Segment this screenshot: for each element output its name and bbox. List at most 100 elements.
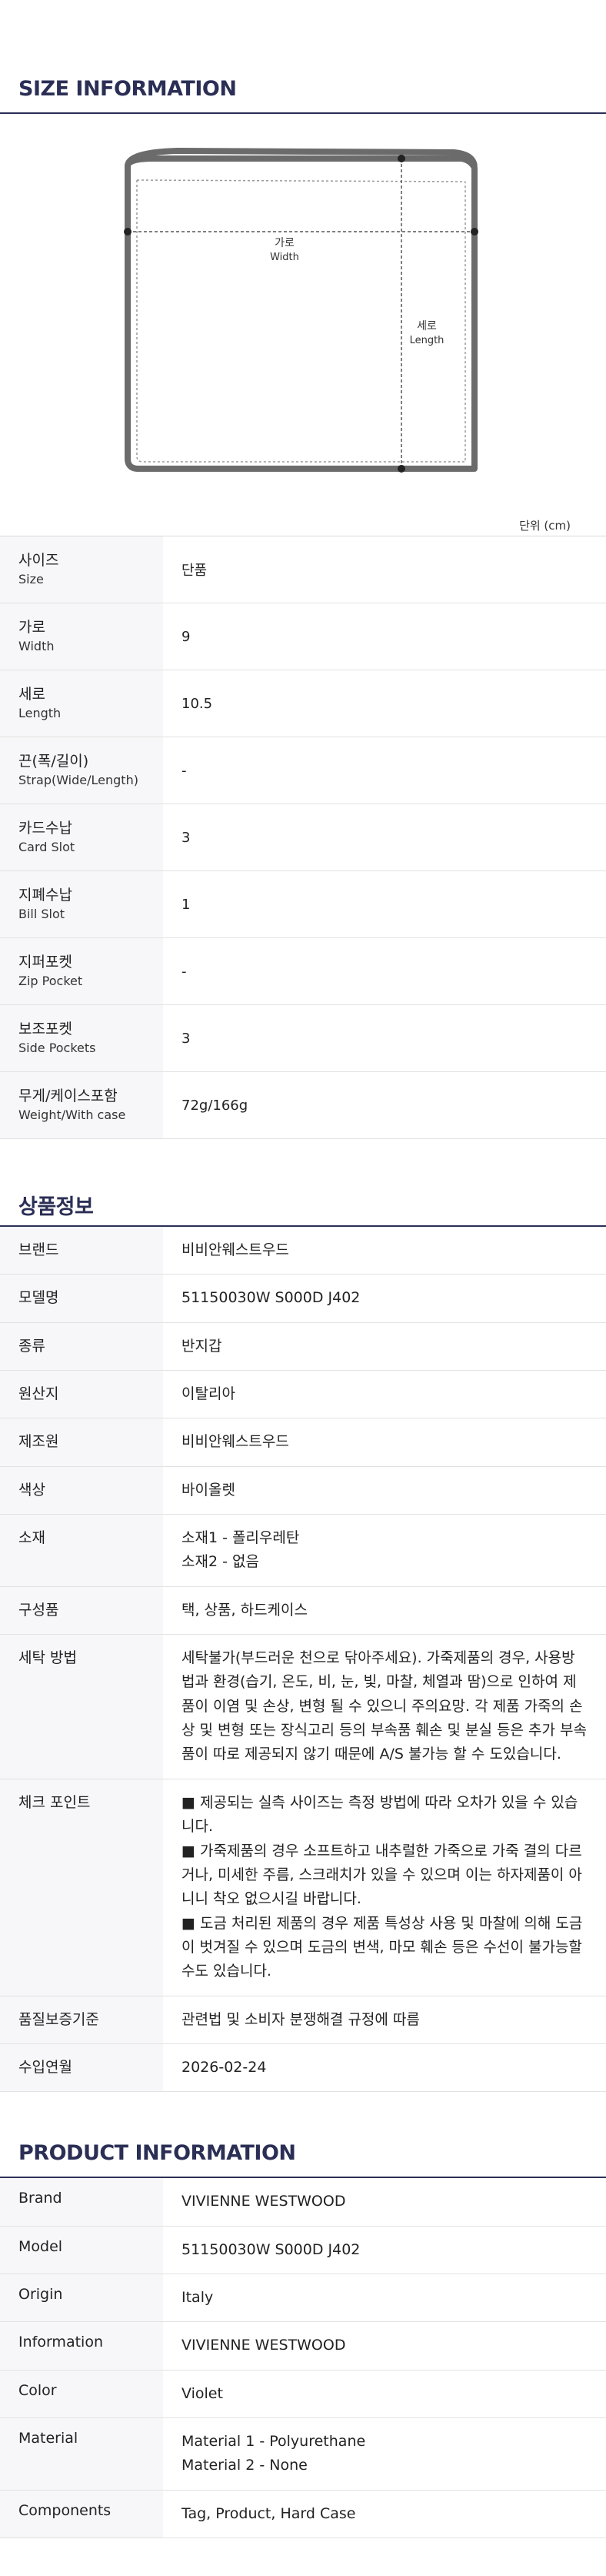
info-row-value: Tag, Product, Hard Case: [163, 2491, 606, 2538]
size-row-value: 10.5: [181, 695, 213, 712]
size-row-label-en: Width: [18, 639, 55, 654]
info-row-value-line: 관련법 및 소비자 분쟁해결 규정에 따름: [181, 2010, 420, 2028]
size-row-label-en: Bill Slot: [18, 907, 65, 922]
info-row: 체크 포인트 ■ 제공되는 실측 사이즈는 측정 방법에 따라 오차가 있을 수 …: [0, 1779, 606, 1996]
size-row: 지폐수납 Bill Slot 1: [0, 871, 606, 938]
info-row: 색상 바이올렛: [0, 1466, 606, 1515]
info-row: 종류 반지갑: [0, 1322, 606, 1372]
product-info-en-table: Brand VIVIENNE WESTWOOD Model 51150030W S00…: [0, 2178, 606, 2538]
size-table: 사이즈 Size 단품 가로 Width 9 세로 Length 10.5 끈(폭/길이) Stra…: [0, 536, 606, 1139]
info-row-label: 품질보증기준: [0, 1996, 163, 2043]
info-row-value: 이탈리아: [163, 1371, 606, 1418]
info-row: Color Violet: [0, 2370, 606, 2418]
size-row: 무게/케이스포함 Weight/With case 72g/166g: [0, 1072, 606, 1139]
info-row-value-line: 택, 상품, 하드케이스: [181, 1601, 308, 1619]
info-row-value-line: 51150030W S000D J402: [181, 2240, 361, 2258]
length-label-ko: 세로: [417, 320, 437, 332]
info-row-value: VIVIENNE WESTWOOD: [163, 2322, 606, 2369]
info-row: 원산지 이탈리아: [0, 1371, 606, 1419]
info-row-value: 51150030W S000D J402: [163, 2227, 606, 2274]
size-row-label-en: Side Pockets: [18, 1041, 96, 1056]
info-row-value: Material 1 - Polyurethane Material 2 - No…: [163, 2418, 606, 2490]
size-row-label-en: Zip Pocket: [18, 974, 83, 989]
unit-note: 단위 (cm): [519, 519, 571, 533]
info-row-value: 세탁불가(부드러운 천으로 닦아주세요). 가죽제품의 경우, 사용방법과 환경…: [163, 1635, 606, 1779]
info-row-label: 세탁 방법: [0, 1635, 163, 1779]
info-row-value-line: 51150030W S000D J402: [181, 1289, 361, 1307]
info-row-value: 바이올렛: [163, 1467, 606, 1514]
info-row-value-line: 비비안웨스트우드: [181, 1241, 289, 1258]
info-row-value-line: 비비안웨스트우드: [181, 1433, 289, 1451]
info-row: 제조원 비비안웨스트우드: [0, 1418, 606, 1467]
size-row: 카드수납 Card Slot 3: [0, 804, 606, 871]
size-row-label: 지폐수납 Bill Slot: [0, 871, 163, 937]
info-row-value-line: 반지갑: [181, 1337, 222, 1355]
info-row-value-line: ■ 도금 처리된 제품의 경우 제품 특성상 사용 및 마찰에 의해 도금이 벗…: [181, 1914, 583, 1980]
page: { "size_info": { "title": "SIZE INFORMAT…: [0, 0, 606, 2576]
info-row-label: 원산지: [0, 1371, 163, 1418]
size-row: 끈(폭/길이) Strap(Wide/Length) -: [0, 737, 606, 804]
size-row-label: 보조포켓 Side Pockets: [0, 1005, 163, 1071]
length-label-en: Length: [410, 335, 445, 346]
info-row-value-line: Violet: [181, 2384, 223, 2402]
info-row-label: 제조원: [0, 1418, 163, 1466]
size-row-value: -: [181, 762, 187, 779]
product-info-ko-table: 브랜드 비비안웨스트우드 모델명 51150030W S000D J402 종류 반지갑 원…: [0, 1227, 606, 2093]
info-row-value: 비비안웨스트우드: [163, 1227, 606, 1274]
size-row-value: -: [181, 963, 187, 980]
size-row: 가로 Width 9: [0, 603, 606, 670]
product-info-en-title: PRODUCT INFORMATION: [0, 2092, 606, 2179]
size-row: 사이즈 Size 단품: [0, 536, 606, 603]
size-row-label-ko: 보조포켓: [18, 1021, 72, 1038]
info-row-label: Origin: [0, 2274, 163, 2322]
size-row-value: 3: [181, 829, 191, 846]
size-row-label: 세로 Length: [0, 670, 163, 737]
info-row-value-line: ■ 가죽제품의 경우 소프트하고 내추럴한 가죽으로 가죽 결의 다르거나, 미…: [181, 1842, 582, 1908]
size-row-label: 가로 Width: [0, 603, 163, 670]
size-row-value: 72g/166g: [181, 1097, 248, 1114]
size-row-label: 사이즈 Size: [0, 536, 163, 603]
info-row-value-line: 바이올렛: [181, 1481, 235, 1498]
size-info-title: SIZE INFORMATION: [0, 0, 606, 114]
size-row-label: 지퍼포켓 Zip Pocket: [0, 938, 163, 1004]
info-row-value: Italy: [163, 2274, 606, 2321]
info-row: 소재 소재1 - 폴리우레탄 소재2 - 없음: [0, 1515, 606, 1587]
info-row: 수입연월 2026-02-24: [0, 2043, 606, 2093]
info-row-label: Components: [0, 2490, 163, 2538]
size-row-label-ko: 사이즈: [18, 552, 59, 570]
info-row: Components Tag, Product, Hard Case: [0, 2490, 606, 2538]
info-row-value-line: 소재1 - 폴리우레탄: [181, 1529, 300, 1547]
size-row-label-en: Card Slot: [18, 840, 75, 855]
size-row: 보조포켓 Side Pockets 3: [0, 1005, 606, 1072]
info-row-value: ■ 제공되는 실측 사이즈는 측정 방법에 따라 오차가 있을 수 있습니다. ■…: [163, 1779, 606, 1996]
info-row: 구성품 택, 상품, 하드케이스: [0, 1586, 606, 1635]
width-label-en: Width: [270, 252, 299, 263]
info-row-value-line: 이탈리아: [181, 1385, 235, 1403]
info-row: Origin Italy: [0, 2274, 606, 2323]
info-row-value: Violet: [163, 2371, 606, 2417]
info-row-label: 모델명: [0, 1275, 163, 1322]
size-row-label-ko: 카드수납: [18, 820, 72, 837]
info-row-value: 반지갑: [163, 1323, 606, 1370]
size-row-value: 9: [181, 628, 191, 645]
info-row-value-line: VIVIENNE WESTWOOD: [181, 2337, 346, 2354]
size-row-value: 단품: [181, 563, 208, 579]
info-row-value: 소재1 - 폴리우레탄 소재2 - 없음: [163, 1515, 606, 1586]
size-row: 세로 Length 10.5: [0, 670, 606, 737]
info-row: 세탁 방법 세탁불가(부드러운 천으로 닦아주세요). 가죽제품의 경우, 사용방…: [0, 1635, 606, 1779]
info-row-label: Information: [0, 2322, 163, 2370]
info-row-value: 2026-02-24: [163, 2044, 606, 2091]
info-row: 브랜드 비비안웨스트우드: [0, 1227, 606, 1275]
info-row: 모델명 51150030W S000D J402: [0, 1275, 606, 1323]
size-row-label-ko: 지퍼포켓: [18, 954, 72, 971]
size-row-label-en: Strap(Wide/Length): [18, 773, 138, 788]
size-row-label-ko: 가로: [18, 619, 45, 636]
size-row-label-ko: 지폐수납: [18, 887, 72, 904]
info-row-value-line: Italy: [181, 2288, 214, 2306]
info-row-value-line: 2026-02-24: [181, 2058, 267, 2076]
info-row-label: 수입연월: [0, 2043, 163, 2092]
info-row-value-line: ■ 제공되는 실측 사이즈는 측정 방법에 따라 오차가 있을 수 있습니다.: [181, 1793, 578, 1836]
info-row-value: 51150030W S000D J402: [163, 1275, 606, 1321]
info-row-value-line: 세탁불가(부드러운 천으로 닦아주세요). 가죽제품의 경우, 사용방법과 환경…: [181, 1649, 587, 1763]
info-row: Material Material 1 - Polyurethane Materia…: [0, 2417, 606, 2491]
